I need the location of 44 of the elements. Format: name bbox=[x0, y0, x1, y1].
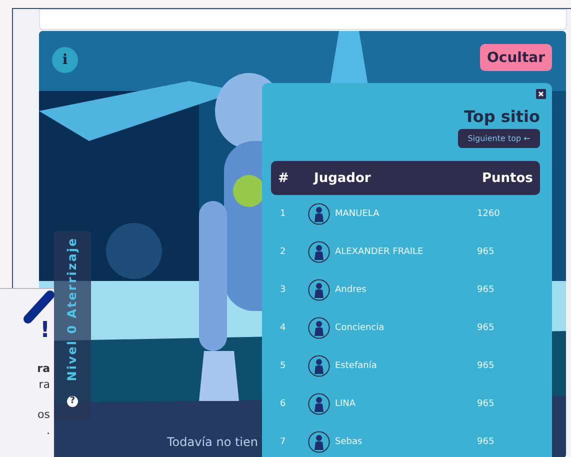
avatar-icon bbox=[308, 203, 330, 225]
avatar-icon bbox=[308, 355, 330, 377]
player-name: LINA bbox=[334, 399, 357, 409]
popup-text: ra bbox=[38, 377, 50, 393]
avatar-icon bbox=[308, 279, 330, 301]
column-header: # bbox=[277, 170, 290, 186]
level-label: Nivel 0 Aterrizaje bbox=[65, 236, 79, 382]
points-cell: 1260 bbox=[477, 209, 500, 219]
player-name: Conciencia bbox=[334, 323, 386, 333]
rank-cell-text: 4 bbox=[279, 323, 287, 333]
avatar-icon bbox=[308, 317, 330, 339]
close-icon[interactable] bbox=[536, 89, 546, 99]
rank-cell-text: 2 bbox=[279, 247, 287, 257]
column-header: Jugador bbox=[312, 170, 372, 186]
player-name: Sebas bbox=[334, 437, 364, 447]
next-top-button[interactable]: Siguiente top ← bbox=[458, 129, 540, 148]
hide-button[interactable]: Ocultar bbox=[480, 44, 552, 71]
points-cell: 965 bbox=[477, 437, 494, 447]
points-cell: 965 bbox=[477, 323, 494, 333]
rank-cell-text: 3 bbox=[279, 285, 287, 295]
column-header: Puntos bbox=[482, 170, 533, 186]
points-cell: 965 bbox=[477, 399, 494, 409]
avatar-icon bbox=[308, 241, 330, 263]
popup-text: ! bbox=[40, 317, 50, 345]
help-icon[interactable]: ? bbox=[67, 396, 78, 407]
rank-cell-text: 7 bbox=[279, 437, 287, 447]
points-cell: 965 bbox=[477, 247, 494, 257]
rank-cell-text: 5 bbox=[279, 361, 287, 371]
avatar-icon bbox=[308, 431, 330, 453]
player-name: Andres bbox=[334, 285, 368, 295]
player-name: MANUELA bbox=[334, 209, 380, 219]
avatar-icon bbox=[308, 393, 330, 415]
footer-text: Todavía no tien bbox=[167, 435, 258, 449]
level-tab[interactable]: Nivel 0 Aterrizaje ? bbox=[54, 231, 91, 421]
points-cell: 965 bbox=[477, 361, 494, 371]
panel-title: Top sitio bbox=[464, 107, 540, 126]
popup-text: . bbox=[46, 423, 50, 439]
player-name: Estefanía bbox=[334, 361, 378, 371]
rank-cell-text: 6 bbox=[279, 399, 287, 409]
rank-cell-text: 1 bbox=[279, 209, 287, 219]
player-name: ALEXANDER FRAILE bbox=[334, 247, 424, 257]
points-cell: 965 bbox=[477, 285, 494, 295]
popup-text: os bbox=[38, 407, 50, 423]
popup-text: ra bbox=[37, 361, 50, 377]
